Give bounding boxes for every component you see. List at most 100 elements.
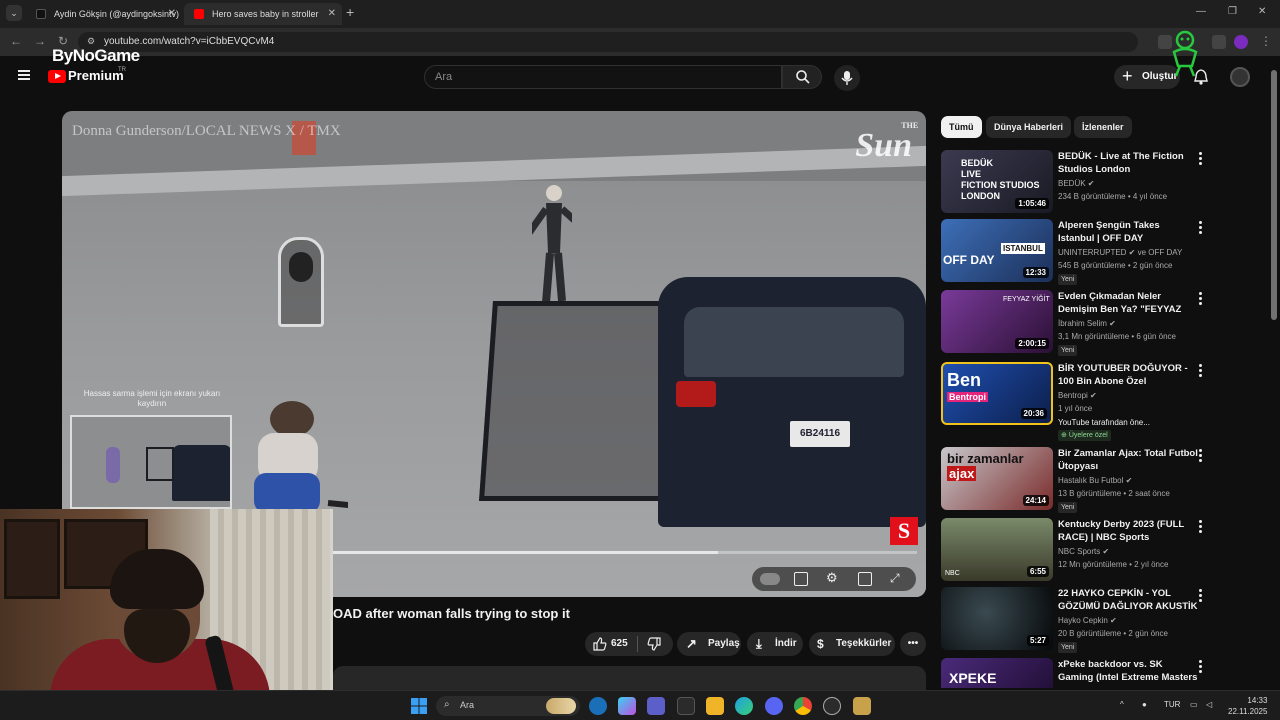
- close-tab-icon[interactable]: ✕: [168, 3, 176, 25]
- volume-icon[interactable]: ◁: [1206, 700, 1212, 709]
- thumbs-down-icon[interactable]: [647, 637, 661, 651]
- address-bar[interactable]: ⚙ youtube.com/watch?v=iCbbEVQCvM4: [78, 32, 1138, 52]
- new-badge: Yeni: [1058, 274, 1078, 285]
- forward-icon[interactable]: →: [34, 34, 46, 48]
- more-vertical-icon[interactable]: [1199, 221, 1203, 235]
- recommendation-item[interactable]: 5:27 22 HAYKO CEPKİN - YOL GÖZÜMÜ DAĞLIY…: [941, 587, 1213, 653]
- recommendation-item[interactable]: Ben Bentropi 20:36 BİR YOUTUBER DOĞUYOR …: [941, 362, 1213, 441]
- tab-title: Hero saves baby in stroller: [212, 9, 319, 19]
- tray-mic-icon[interactable]: ●: [1142, 700, 1147, 709]
- chrome-icon[interactable]: [794, 697, 812, 715]
- rec-title[interactable]: Alperen Şengün Takes Istanbul | OFF DAY: [1058, 219, 1198, 245]
- windows-start-icon[interactable]: [410, 697, 428, 715]
- download-button[interactable]: ⤓ İndir: [747, 632, 803, 656]
- thanks-button[interactable]: $ Teşekkürler: [809, 632, 895, 656]
- account-avatar[interactable]: [1230, 67, 1250, 87]
- profile-icon[interactable]: [1234, 35, 1248, 49]
- rec-channel[interactable]: UNINTERRUPTED ✔ ve OFF DAY: [1058, 248, 1182, 257]
- tray-overflow-icon[interactable]: ^: [1120, 700, 1124, 709]
- taskbar-search[interactable]: ⌕ Ara: [436, 696, 580, 716]
- discord-icon[interactable]: [765, 697, 783, 715]
- maximize-icon[interactable]: ❐: [1228, 6, 1237, 17]
- rec-channel[interactable]: BEDÜK ✔: [1058, 179, 1095, 188]
- miniplayer-icon[interactable]: [858, 572, 872, 586]
- copilot-task-icon[interactable]: [589, 697, 607, 715]
- youtube-logo-icon[interactable]: [48, 70, 66, 83]
- autoplay-toggle[interactable]: [760, 573, 780, 585]
- more-vertical-icon[interactable]: [1199, 152, 1203, 166]
- rec-channel[interactable]: Hayko Cepkin ✔: [1058, 616, 1117, 625]
- new-tab-button[interactable]: +: [346, 4, 354, 20]
- browser-tab-tiktok[interactable]: Aydin Gökşin (@aydingoksintv) ✕: [26, 3, 182, 25]
- minimize-icon[interactable]: —: [1196, 6, 1206, 17]
- recommendation-item[interactable]: XPEKE xPeke backdoor vs. SK Gaming (Inte…: [941, 658, 1213, 688]
- fullscreen-icon[interactable]: ⤢: [890, 571, 904, 585]
- recommendation-item[interactable]: FEYYAZ YİĞİT 2:00:15 Evden Çıkmadan Nele…: [941, 290, 1213, 356]
- video-thumbnail[interactable]: BEDÜK LIVE FICTION STUDIOS LONDON 1:05:46: [941, 150, 1053, 213]
- rec-title[interactable]: 22 HAYKO CEPKİN - YOL GÖZÜMÜ DAĞLIYOR AK…: [1058, 587, 1198, 613]
- rec-title[interactable]: Evden Çıkmadan Neler Demişim Ben Ya? "FE…: [1058, 290, 1198, 316]
- settings-icon[interactable]: ⚙: [826, 570, 840, 585]
- menu-icon[interactable]: [18, 70, 30, 80]
- video-thumbnail[interactable]: FEYYAZ YİĞİT 2:00:15: [941, 290, 1053, 353]
- obs-icon[interactable]: [823, 697, 841, 715]
- file-explorer-icon[interactable]: [706, 697, 724, 715]
- edge-icon[interactable]: [735, 697, 753, 715]
- more-vertical-icon[interactable]: [1199, 520, 1203, 534]
- search-button[interactable]: [782, 65, 822, 89]
- search-input[interactable]: Ara: [424, 65, 782, 89]
- voice-search-button[interactable]: [834, 65, 860, 91]
- teams-icon[interactable]: [647, 697, 665, 715]
- premium-label[interactable]: Premium: [68, 68, 124, 83]
- page-scrollbar[interactable]: [1271, 70, 1277, 320]
- rec-channel[interactable]: Hastalık Bu Futbol ✔: [1058, 476, 1132, 485]
- media-control-icon[interactable]: [1212, 35, 1226, 49]
- more-vertical-icon[interactable]: [1199, 589, 1203, 603]
- video-thumbnail[interactable]: 5:27: [941, 587, 1053, 650]
- more-actions-button[interactable]: •••: [900, 632, 926, 656]
- rec-channel[interactable]: NBC Sports ✔: [1058, 547, 1109, 556]
- close-tab-icon[interactable]: ✕: [328, 3, 336, 25]
- back-icon[interactable]: ←: [10, 34, 22, 48]
- recommendation-item[interactable]: bir zamanlar ajax 24:14 Bir Zamanlar Aja…: [941, 447, 1213, 513]
- close-window-icon[interactable]: ✕: [1258, 6, 1266, 17]
- clock[interactable]: 14:33 22.11.2025: [1228, 695, 1267, 717]
- more-vertical-icon[interactable]: [1199, 364, 1203, 378]
- browser-tab-youtube[interactable]: Hero saves baby in stroller ✕: [184, 3, 342, 25]
- rec-title[interactable]: Bir Zamanlar Ajax: Total Futbol Ütopyası: [1058, 447, 1198, 473]
- more-vertical-icon[interactable]: [1199, 292, 1203, 306]
- recommendation-item[interactable]: NBC 6:55 Kentucky Derby 2023 (FULL RACE)…: [941, 518, 1213, 582]
- clock-time: 14:33: [1247, 696, 1268, 705]
- rec-title[interactable]: Kentucky Derby 2023 (FULL RACE) | NBC Sp…: [1058, 518, 1198, 544]
- rec-channel[interactable]: Bentropi ✔: [1058, 391, 1097, 400]
- subtitles-icon[interactable]: [794, 572, 808, 586]
- share-label: Paylaş: [708, 638, 740, 649]
- recommendation-item[interactable]: BEDÜK LIVE FICTION STUDIOS LONDON 1:05:46 B…: [941, 150, 1213, 214]
- copilot-icon[interactable]: [618, 697, 636, 715]
- video-thumbnail[interactable]: XPEKE: [941, 658, 1053, 688]
- recommendation-item[interactable]: OFF DAY ISTANBUL 12:33 Alperen Şengün Ta…: [941, 219, 1213, 285]
- rec-title[interactable]: BEDÜK - Live at The Fiction Studios Lond…: [1058, 150, 1198, 176]
- tab-search-button[interactable]: ⌄: [6, 5, 22, 21]
- league-client-icon[interactable]: [853, 697, 871, 715]
- more-vertical-icon[interactable]: [1199, 660, 1203, 674]
- like-count: 625: [611, 638, 628, 649]
- rec-channel[interactable]: İbrahim Selim ✔: [1058, 319, 1116, 328]
- video-thumbnail[interactable]: NBC 6:55: [941, 518, 1053, 581]
- keyboard-language[interactable]: TUR: [1164, 700, 1180, 709]
- browser-menu-icon[interactable]: ⋮: [1260, 34, 1272, 48]
- share-button[interactable]: ↗ Paylaş: [677, 632, 741, 656]
- video-thumbnail[interactable]: bir zamanlar ajax 24:14: [941, 447, 1053, 510]
- chip-world-news[interactable]: Dünya Haberleri: [986, 116, 1072, 138]
- rec-title[interactable]: BİR YOUTUBER DOĞUYOR - 100 Bin Abone Öze…: [1058, 362, 1198, 388]
- sun-s-logo: S: [890, 517, 918, 545]
- more-vertical-icon[interactable]: [1199, 449, 1203, 463]
- calculator-icon[interactable]: [677, 697, 695, 715]
- chip-watched[interactable]: İzlenenler: [1074, 116, 1132, 138]
- progress-bar[interactable]: [332, 551, 917, 554]
- chip-all[interactable]: Tümü: [941, 116, 982, 138]
- rec-title[interactable]: xPeke backdoor vs. SK Gaming (Intel Extr…: [1058, 658, 1198, 684]
- network-icon[interactable]: ▭: [1190, 700, 1198, 709]
- video-thumbnail[interactable]: OFF DAY ISTANBUL 12:33: [941, 219, 1053, 282]
- video-thumbnail[interactable]: Ben Bentropi 20:36: [941, 362, 1053, 425]
